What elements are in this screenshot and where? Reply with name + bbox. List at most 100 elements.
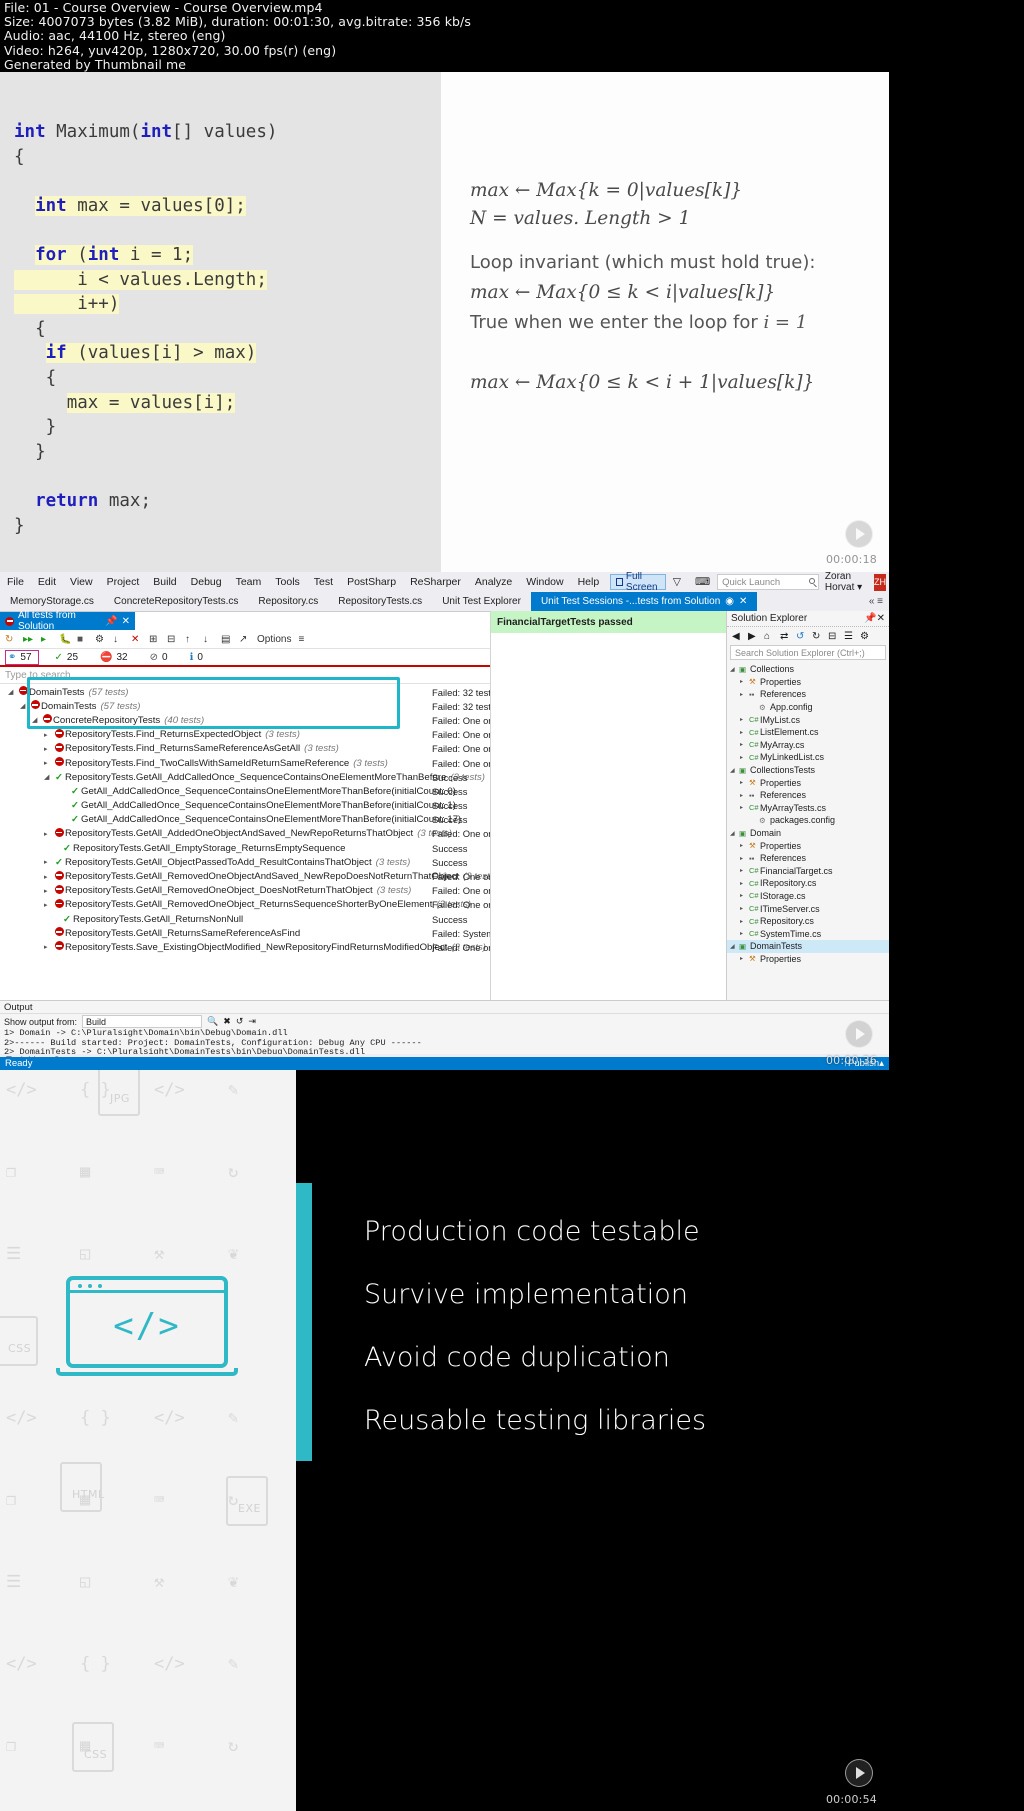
document-tab[interactable]: Repository.cs — [248, 592, 328, 611]
solution-tree-item[interactable]: ▸ C# SystemTime.cs — [727, 927, 889, 940]
test-count-error[interactable]: ⛔ 32 — [98, 651, 134, 664]
solution-tree-item[interactable]: ◢ ▣ Domain — [727, 827, 889, 840]
test-session-title-tab[interactable]: All tests from Solution 📌 ✕ — [0, 610, 135, 632]
user-account-button[interactable]: Zoran Horvat ▾ — [825, 572, 874, 593]
expand-arrow-icon[interactable]: ▸ — [44, 858, 53, 866]
expand-arrow-icon[interactable]: ▸ — [44, 873, 53, 881]
close-icon[interactable]: ✕ — [739, 592, 747, 611]
expand-arrow-icon[interactable]: ▸ — [740, 930, 749, 937]
solution-tree-item[interactable]: ▸ C# MyArray.cs — [727, 739, 889, 752]
download-icon[interactable]: ↓ — [113, 634, 124, 645]
back-icon[interactable]: ◀ — [732, 631, 742, 642]
next-failed-icon[interactable]: ↓ — [203, 634, 214, 645]
expand-arrow-icon[interactable]: ▸ — [44, 745, 53, 753]
export-icon[interactable]: ↗ — [239, 634, 250, 645]
expand-arrow-icon[interactable]: ▸ — [740, 905, 749, 912]
menu-item-edit[interactable]: Edit — [31, 573, 63, 591]
find-icon[interactable]: 🔍 — [207, 1016, 218, 1027]
tab-overflow-button[interactable]: « ≡ — [863, 596, 889, 607]
menu-item-postsharp[interactable]: PostSharp — [340, 573, 403, 591]
expand-arrow-icon[interactable]: ▸ — [740, 729, 749, 736]
document-tab[interactable]: RepositoryTests.cs — [328, 592, 432, 611]
toggle-wordwrap-icon[interactable]: ↺ — [236, 1016, 244, 1027]
pin-icon[interactable]: 📌 — [105, 616, 117, 627]
close-icon[interactable]: ✕ — [877, 613, 885, 624]
clear-icon[interactable]: ✕ — [131, 634, 142, 645]
prev-failed-icon[interactable]: ↑ — [185, 634, 196, 645]
test-count-ignored[interactable]: ⊘ 0 — [148, 651, 174, 664]
menu-item-analyze[interactable]: Analyze — [468, 573, 519, 591]
solution-tree-item[interactable]: ▸ C# MyLinkedList.cs — [727, 751, 889, 764]
document-tab[interactable]: MemoryStorage.cs — [0, 592, 104, 611]
menu-item-window[interactable]: Window — [519, 573, 570, 591]
solution-tree-item[interactable]: ◢ ▣ CollectionsTests — [727, 764, 889, 777]
go-to-icon[interactable]: ⇥ — [248, 1016, 256, 1027]
expand-arrow-icon[interactable]: ▸ — [740, 892, 749, 899]
options-button[interactable]: Options — [257, 634, 291, 645]
test-count-link[interactable]: ⚭ 57 — [5, 649, 39, 665]
clear-all-icon[interactable]: ✖ — [223, 1016, 231, 1027]
solution-tree-item[interactable]: ▸ ▪▪ References — [727, 789, 889, 802]
solution-tree-item[interactable]: ◢ ▣ DomainTests — [727, 940, 889, 953]
solution-tree-item[interactable]: ▸ ⚒ Properties — [727, 953, 889, 966]
solution-tree-item[interactable]: ▸ ▪▪ References — [727, 688, 889, 701]
expand-arrow-icon[interactable]: ▸ — [740, 842, 749, 849]
expand-arrow-icon[interactable]: ◢ — [730, 943, 739, 950]
expand-arrow-icon[interactable]: ◢ — [32, 716, 41, 724]
expand-arrow-icon[interactable]: ▸ — [44, 943, 53, 951]
document-tab[interactable]: Unit Test Explorer — [432, 592, 531, 611]
thumbnail-frame-2[interactable]: File Edit View Project Build Debug Team Tools Te… — [0, 572, 889, 1070]
expand-arrow-icon[interactable]: ◢ — [730, 666, 739, 673]
expand-arrow-icon[interactable]: ▸ — [44, 759, 53, 767]
collapse-all-icon[interactable]: ⊟ — [167, 634, 178, 645]
expand-all-icon[interactable]: ⊞ — [149, 634, 160, 645]
filter-icon[interactable]: ▽ — [666, 573, 688, 591]
properties-icon[interactable]: ⚙ — [860, 631, 870, 642]
solution-tree-item[interactable]: ▸ C# FinancialTarget.cs — [727, 865, 889, 878]
expand-arrow-icon[interactable]: ▸ — [740, 955, 749, 962]
test-count-check[interactable]: ✓ 25 — [53, 651, 85, 664]
solution-explorer-tree[interactable]: ◢ ▣ Collections ▸ ⚒ Properties ▸ ▪▪ References ⚙ A… — [727, 661, 889, 1013]
solution-tree-item[interactable]: ▸ C# IStorage.cs — [727, 890, 889, 903]
solution-explorer-search-input[interactable]: Search Solution Explorer (Ctrl+;) — [730, 645, 886, 660]
expand-arrow-icon[interactable]: ◢ — [44, 773, 53, 781]
solution-tree-item[interactable]: ▸ C# Repository.cs — [727, 915, 889, 928]
solution-tree-item[interactable]: ▸ ⚒ Properties — [727, 776, 889, 789]
home-icon[interactable]: ⌂ — [764, 631, 774, 642]
expand-arrow-icon[interactable]: ▸ — [740, 678, 749, 685]
menu-item-team[interactable]: Team — [229, 573, 269, 591]
close-icon[interactable]: ✕ — [122, 616, 130, 627]
show-all-files-icon[interactable]: ☰ — [844, 631, 854, 642]
expand-arrow-icon[interactable]: ▸ — [740, 804, 749, 811]
solution-tree-item[interactable]: ▸ C# IMyList.cs — [727, 713, 889, 726]
menu-item-help[interactable]: Help — [571, 573, 607, 591]
thumbnail-frame-3[interactable]: </>{ } </> ✎ ❐ ▦ ⌨ ↻ ☰ ◱ ⚒ ❦ </>{ } </> ✎ ❐ ▦ ⌨ ↻ ☰ ◱ ⚒ ❦ </>{… — [0, 1070, 889, 1811]
forward-icon[interactable]: ▶ — [748, 631, 758, 642]
solution-tree-item[interactable]: ▸ ⚒ Properties — [727, 839, 889, 852]
refresh-icon[interactable]: ↻ — [5, 634, 16, 645]
expand-arrow-icon[interactable]: ▸ — [44, 731, 53, 739]
feedback-icon[interactable]: ⌨ — [688, 573, 717, 591]
avatar[interactable]: ZH — [874, 573, 886, 591]
collapse-all-icon[interactable]: ⊟ — [828, 631, 838, 642]
menu-item-project[interactable]: Project — [100, 573, 147, 591]
document-tab[interactable]: ConcreteRepositoryTests.cs — [104, 592, 249, 611]
refresh-icon[interactable]: ↻ — [812, 631, 822, 642]
solution-tree-item[interactable]: ▸ ⚒ Properties — [727, 676, 889, 689]
layout-icon[interactable]: ▤ — [221, 634, 232, 645]
menu-item-build[interactable]: Build — [146, 573, 183, 591]
expand-arrow-icon[interactable]: ▸ — [740, 867, 749, 874]
solution-tree-item[interactable]: ▸ C# ListElement.cs — [727, 726, 889, 739]
menu-item-debug[interactable]: Debug — [184, 573, 229, 591]
expand-arrow-icon[interactable]: ▸ — [44, 830, 53, 838]
stop-icon[interactable]: ■ — [77, 634, 88, 645]
run-icon[interactable]: ▸ — [41, 634, 52, 645]
filter-icon[interactable]: ≡ — [298, 634, 309, 645]
expand-arrow-icon[interactable]: ▸ — [740, 741, 749, 748]
menu-item-resharper[interactable]: ReSharper — [403, 573, 468, 591]
test-count-info[interactable]: ℹ0 — [188, 651, 209, 664]
solution-explorer-toolbar[interactable]: ◀ ▶ ⌂ ⇄ ↺ ↻ ⊟ ☰ ⚙ — [727, 627, 889, 644]
sync-icon[interactable]: ↺ — [796, 631, 806, 642]
pin-icon[interactable]: 📌 — [864, 613, 876, 624]
solution-tree-item[interactable]: ▸ C# IRepository.cs — [727, 877, 889, 890]
